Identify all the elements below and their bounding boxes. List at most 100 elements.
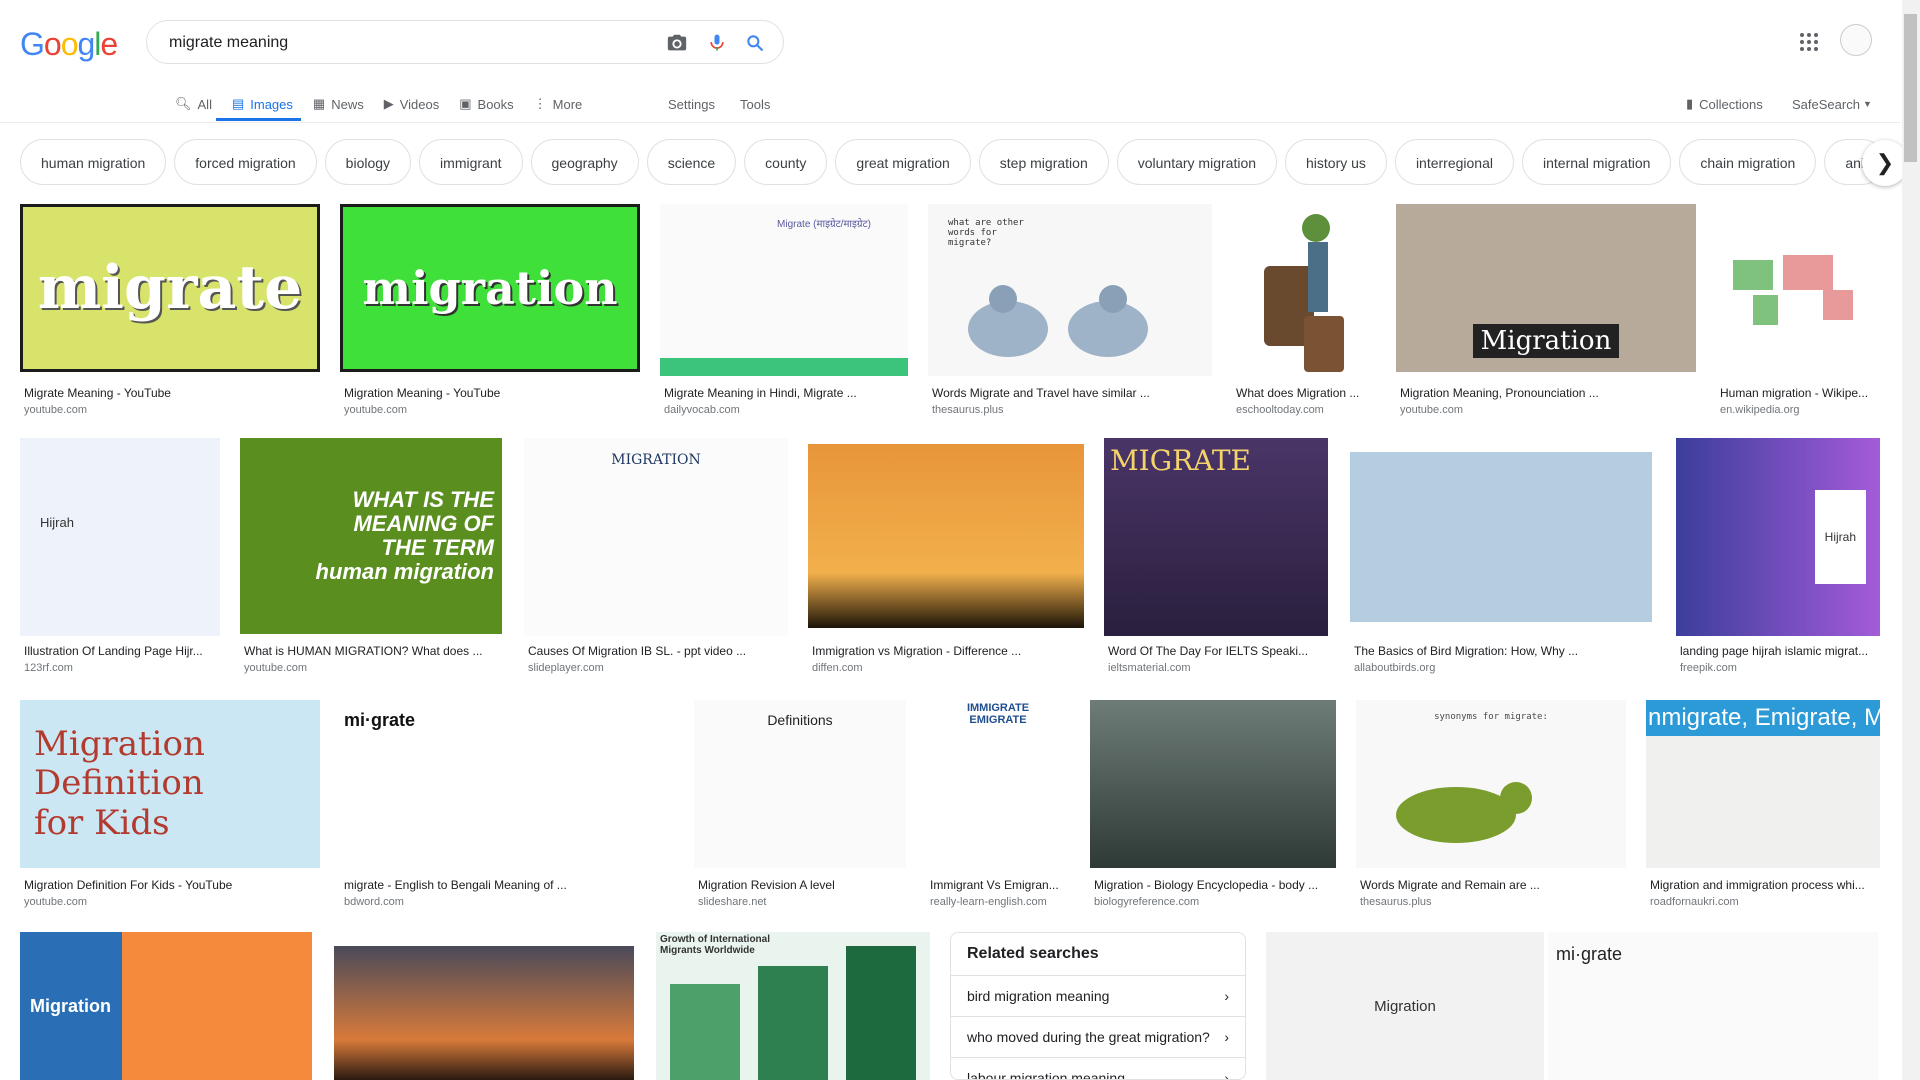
- result-source[interactable]: freepik.com: [1680, 662, 1737, 674]
- result-source[interactable]: biologyreference.com: [1094, 896, 1199, 908]
- image-result[interactable]: Hijrah landing page hijrah islamic migra…: [1676, 438, 1880, 678]
- result-source[interactable]: eschooltoday.com: [1236, 404, 1324, 416]
- result-image[interactable]: Migration: [1396, 204, 1696, 372]
- result-image[interactable]: migration: [340, 204, 640, 372]
- apps-grid-icon[interactable]: [1797, 30, 1821, 54]
- result-image[interactable]: nmigrate, Emigrate, Mig: [1646, 700, 1880, 868]
- result-source[interactable]: youtube.com: [1400, 404, 1463, 416]
- result-image[interactable]: Migration: [20, 932, 312, 1080]
- result-image[interactable]: Migration: [1266, 932, 1544, 1080]
- result-image[interactable]: what are other words for migrate?: [928, 204, 1212, 376]
- related-search-item[interactable]: bird migration meaning ›: [951, 975, 1245, 1016]
- result-title[interactable]: Migration Meaning - YouTube: [344, 386, 636, 400]
- tab-images[interactable]: ▤ Images: [222, 88, 303, 120]
- image-result[interactable]: Migration Definition for Kids Migration …: [20, 700, 320, 914]
- result-title[interactable]: Migration - Biology Encyclopedia - body …: [1094, 878, 1332, 892]
- result-title[interactable]: Migration Definition For Kids - YouTube: [24, 878, 316, 892]
- result-title[interactable]: Words Migrate and Remain are ...: [1360, 878, 1622, 892]
- google-logo[interactable]: Google: [20, 26, 118, 63]
- related-search-item[interactable]: labour migration meaning ›: [951, 1057, 1245, 1079]
- result-source[interactable]: dailyvocab.com: [664, 404, 740, 416]
- tools-link[interactable]: Tools: [740, 88, 770, 120]
- result-image[interactable]: [1350, 452, 1652, 622]
- result-title[interactable]: landing page hijrah islamic migrat...: [1680, 644, 1876, 658]
- tab-news[interactable]: ▦ News: [303, 88, 374, 120]
- result-title[interactable]: Immigrant Vs Emigran...: [930, 878, 1066, 892]
- scrollbar-thumb[interactable]: [1904, 14, 1917, 162]
- result-title[interactable]: Migration Meaning, Pronounciation ...: [1400, 386, 1692, 400]
- result-image[interactable]: mi·grate: [1548, 932, 1878, 1080]
- image-result[interactable]: Hijrah Illustration Of Landing Page Hijr…: [20, 438, 220, 678]
- image-result[interactable]: [334, 946, 634, 1080]
- tab-all[interactable]: 🔍︎ All: [165, 88, 222, 120]
- result-image[interactable]: [1716, 204, 1880, 376]
- page-scrollbar[interactable]: [1902, 0, 1920, 1080]
- image-result[interactable]: Definitions Migration Revision A level s…: [694, 700, 906, 914]
- result-source[interactable]: youtube.com: [24, 404, 87, 416]
- related-search-item[interactable]: who moved during the great migration? ›: [951, 1016, 1245, 1057]
- result-image[interactable]: Growth of International Migrants Worldwi…: [656, 932, 930, 1080]
- chip[interactable]: step migration: [978, 139, 1109, 185]
- result-title[interactable]: migrate - English to Bengali Meaning of …: [344, 878, 670, 892]
- result-source[interactable]: slideplayer.com: [528, 662, 604, 674]
- image-result[interactable]: Migration: [20, 932, 312, 1080]
- search-box[interactable]: [146, 20, 784, 64]
- result-image[interactable]: [808, 444, 1084, 628]
- chip[interactable]: internal migration: [1522, 139, 1672, 185]
- chip[interactable]: geography: [530, 139, 639, 185]
- result-source[interactable]: diffen.com: [812, 662, 863, 674]
- result-image[interactable]: mi·grate: [340, 700, 674, 868]
- result-image[interactable]: [334, 946, 634, 1080]
- result-image[interactable]: migrate: [20, 204, 320, 372]
- image-result[interactable]: The Basics of Bird Migration: How, Why .…: [1350, 452, 1652, 678]
- microphone-icon[interactable]: [705, 31, 729, 55]
- chip[interactable]: great migration: [835, 139, 971, 185]
- result-image[interactable]: Hijrah: [20, 438, 220, 636]
- image-result[interactable]: Migrate (माइग्रेट/माइग्रेट) Migrate Mean…: [660, 204, 908, 426]
- image-result[interactable]: mi·grate: [1548, 932, 1878, 1080]
- settings-link[interactable]: Settings: [668, 88, 715, 120]
- result-title[interactable]: Words Migrate and Travel have similar ..…: [932, 386, 1208, 400]
- result-image[interactable]: Migration Definition for Kids: [20, 700, 320, 868]
- result-image[interactable]: WHAT IS THE MEANING OF THE TERM human mi…: [240, 438, 502, 634]
- result-title[interactable]: Migrate Meaning - YouTube: [24, 386, 316, 400]
- image-result[interactable]: synonyms for migrate: Words Migrate and …: [1356, 700, 1626, 914]
- result-source[interactable]: en.wikipedia.org: [1720, 404, 1800, 416]
- result-title[interactable]: What is HUMAN MIGRATION? What does ...: [244, 644, 498, 658]
- result-title[interactable]: Migration and immigration process whi...: [1650, 878, 1876, 892]
- chip[interactable]: interregional: [1394, 139, 1514, 185]
- result-source[interactable]: bdword.com: [344, 896, 404, 908]
- result-title[interactable]: What does Migration ...: [1236, 386, 1372, 400]
- result-image[interactable]: MIGRATION: [524, 438, 788, 636]
- result-source[interactable]: thesaurus.plus: [932, 404, 1004, 416]
- chip[interactable]: county: [744, 139, 828, 185]
- tab-more[interactable]: ⋮ More: [524, 88, 593, 120]
- chip[interactable]: history us: [1285, 139, 1387, 185]
- result-source[interactable]: ieltsmaterial.com: [1108, 662, 1191, 674]
- image-result[interactable]: Immigration vs Migration - Difference ..…: [808, 444, 1084, 678]
- result-source[interactable]: allaboutbirds.org: [1354, 662, 1435, 674]
- result-title[interactable]: Causes Of Migration IB SL. - ppt video .…: [528, 644, 784, 658]
- result-image[interactable]: Hijrah: [1676, 438, 1880, 636]
- result-title[interactable]: Word Of The Day For IELTS Speaki...: [1108, 644, 1324, 658]
- image-result[interactable]: Growth of International Migrants Worldwi…: [656, 932, 930, 1080]
- safesearch-dropdown[interactable]: SafeSearch ▼: [1792, 88, 1872, 120]
- result-image[interactable]: MIGRATE: [1104, 438, 1328, 636]
- result-title[interactable]: Migrate Meaning in Hindi, Migrate ...: [664, 386, 904, 400]
- chip[interactable]: biology: [324, 139, 412, 185]
- image-result[interactable]: WHAT IS THE MEANING OF THE TERM human mi…: [240, 438, 502, 678]
- camera-icon[interactable]: [665, 31, 689, 55]
- result-image[interactable]: Definitions: [694, 700, 906, 868]
- chip[interactable]: voluntary migration: [1116, 139, 1278, 185]
- image-result[interactable]: Migration Migration Meaning, Pronounciat…: [1396, 204, 1696, 426]
- tab-books[interactable]: ▣ Books: [449, 88, 523, 120]
- chip[interactable]: chain migration: [1679, 139, 1817, 185]
- chip[interactable]: science: [646, 139, 737, 185]
- collections-link[interactable]: ▮ Collections: [1686, 88, 1763, 120]
- image-result[interactable]: what are other words for migrate? Words …: [928, 204, 1212, 426]
- tab-videos[interactable]: ▶ Videos: [374, 88, 450, 120]
- avatar[interactable]: [1840, 24, 1872, 56]
- image-result[interactable]: MIGRATION Causes Of Migration IB SL. - p…: [524, 438, 788, 678]
- search-input[interactable]: [167, 31, 641, 55]
- chip[interactable]: immigrant: [419, 139, 523, 185]
